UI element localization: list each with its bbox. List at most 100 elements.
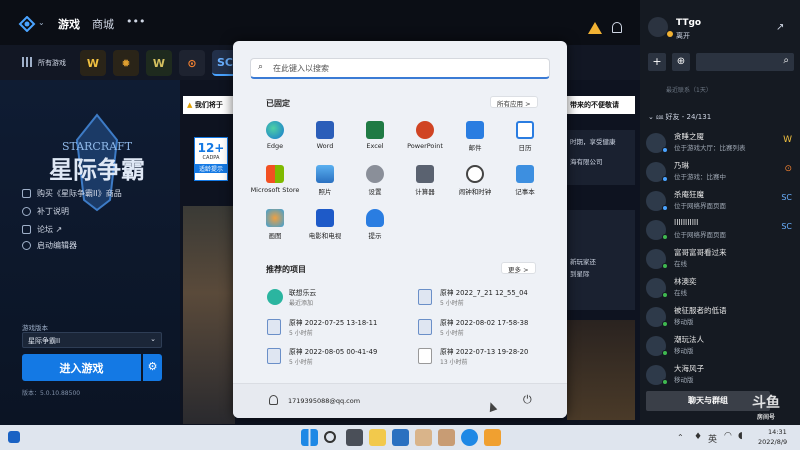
search-input[interactable]: ⌕ 在此键入以搜索 [250, 58, 550, 79]
store-icon[interactable] [392, 429, 409, 446]
user-account[interactable]: 1719395088@qq.com [288, 397, 360, 405]
patch-notes-link[interactable]: 补丁说明 [22, 206, 69, 217]
recommended-item[interactable]: 原神 2022-08-02 17-58-38 5 小时前 [418, 317, 558, 339]
app-mail[interactable]: 邮件 [450, 121, 500, 161]
user-icon[interactable] [269, 395, 278, 405]
app-calendar[interactable]: 日历 [500, 121, 550, 161]
game-overwatch-icon[interactable]: ⊙ [179, 50, 205, 76]
avatar[interactable] [648, 17, 668, 37]
app-icon[interactable] [438, 429, 455, 446]
bell-icon[interactable] [612, 22, 622, 33]
status-dot [662, 350, 668, 356]
app-photos[interactable]: 照片 [300, 165, 350, 205]
cart-icon [22, 189, 31, 198]
away-status-icon [667, 31, 673, 37]
battlenet-icon[interactable] [461, 429, 478, 446]
friend-item[interactable]: 杀庵狂魔 位于网络界面页面 SC [646, 189, 796, 213]
game-warcraft-icon: W [783, 135, 792, 145]
start-windows-icon[interactable] [301, 429, 318, 446]
news-image-left[interactable] [183, 206, 235, 424]
more-button[interactable]: 更多 > [501, 262, 536, 274]
notice-banner-left[interactable]: ▲ 我们将于 [183, 96, 235, 114]
ime-indicator[interactable]: 英 [708, 432, 717, 445]
grid-icon[interactable] [22, 57, 32, 67]
friend-item[interactable]: 潮玩法人 移动版 [646, 334, 796, 358]
friend-item[interactable]: 林澳奕 在线 [646, 276, 796, 300]
play-button[interactable]: 进入游戏 [22, 354, 141, 381]
warning-icon: ▲ [187, 101, 195, 109]
tray-chevron-icon[interactable]: ⌃ [677, 433, 684, 442]
recent-hint: 最近联系（1天） [666, 87, 712, 94]
game-hearthstone-icon[interactable]: ✹ [113, 50, 139, 76]
chat-icon [22, 225, 31, 234]
editor-link[interactable]: 启动编辑器 [22, 240, 77, 251]
recommended-item[interactable]: 原神 2022-07-25 13-18-11 5 小时前 [267, 317, 407, 339]
all-apps-button[interactable]: 所有应用 > [490, 96, 538, 108]
game-warcraft-icon[interactable]: W [80, 50, 106, 76]
recommended-item[interactable]: 原神 2022-08-05 00-41-49 5 小时前 [267, 346, 407, 368]
gear-icon[interactable]: ⚙ [143, 354, 162, 381]
more-menu-button[interactable]: ••• [126, 15, 145, 28]
add-group-icon[interactable]: ⊕ [672, 53, 690, 71]
app-icon[interactable] [484, 429, 501, 446]
buy-products-link[interactable]: 购买《星际争霸II》商品 [22, 188, 122, 199]
game-starcraft-icon: SC [781, 193, 792, 202]
app-alarms[interactable]: 闹钟和时钟 [450, 165, 500, 205]
news-card-right-1[interactable]: 时期，享受健康 海有限公司 [567, 130, 635, 185]
wifi-icon[interactable]: ◠ [724, 431, 732, 441]
app-icon[interactable] [415, 429, 432, 446]
app-calculator[interactable]: 计算器 [400, 165, 450, 205]
clock-date[interactable]: 2022/8/9 [758, 438, 787, 446]
friends-header[interactable]: ⌄ ⅏ 好友 - 24/131 [648, 112, 711, 122]
photos-icon [316, 165, 334, 183]
friend-item[interactable]: 贪睡之魇 位于游戏大厅：比赛列表 W [646, 131, 796, 155]
clock-time[interactable]: 14:31 [768, 428, 787, 436]
news-image-right[interactable] [567, 320, 635, 420]
app-settings[interactable]: 设置 [350, 165, 400, 205]
friend-item[interactable]: 被征服者的低语 移动版 [646, 305, 796, 329]
app-powerpoint[interactable]: PowerPoint [400, 121, 450, 161]
recommended-item[interactable]: 原神 2022-07-13 19-28-20 13 小时前 [418, 346, 558, 368]
username[interactable]: TTgo [676, 18, 701, 28]
app-notepad[interactable]: 记事本 [500, 165, 550, 205]
tab-games[interactable]: 游戏 [58, 16, 80, 32]
editor-icon [22, 241, 31, 250]
friend-item[interactable]: 大海风子 移动版 [646, 363, 796, 387]
app-paint[interactable]: 画图 [250, 209, 300, 249]
add-friend-icon[interactable]: + [648, 53, 666, 71]
volume-icon[interactable]: ◖ [738, 431, 743, 441]
battlenet-logo-icon[interactable] [18, 16, 36, 32]
app-edge[interactable]: Edge [250, 121, 300, 161]
friend-search-input[interactable]: ⌕ [696, 53, 794, 71]
friend-item[interactable]: 乃琳 位于游戏：比赛中 ⊙ [646, 160, 796, 184]
chevron-down-icon: ⌄ [150, 335, 156, 343]
calendar-icon [516, 121, 534, 139]
news-card-right-2[interactable]: 新玩家还 到星际 [567, 210, 635, 310]
external-link-icon[interactable]: ↗ [776, 22, 784, 33]
app-word[interactable]: Word [300, 121, 350, 161]
task-view-icon[interactable] [346, 429, 363, 446]
tab-shop[interactable]: 商城 [92, 16, 114, 32]
explorer-icon[interactable] [369, 429, 386, 446]
chevron-down-icon[interactable]: ⌄ [38, 18, 45, 27]
warning-icon[interactable] [588, 22, 602, 34]
friend-item[interactable]: 富哥富哥看过来 在线 [646, 247, 796, 271]
search-icon[interactable] [324, 431, 336, 443]
recommended-item[interactable]: 原神 2022_7_21 12_55_04 5 小时前 [418, 287, 558, 309]
clock-icon [466, 165, 484, 183]
app-movies[interactable]: 电影和电视 [300, 209, 350, 249]
power-icon[interactable]: ⏻ [523, 393, 532, 407]
app-store[interactable]: Microsoft Store [250, 165, 300, 205]
forums-link[interactable]: 论坛 ↗ [22, 224, 62, 235]
status-select[interactable]: 离开 [676, 31, 690, 41]
recommended-item[interactable]: 联想乐云 最近添加 [267, 287, 397, 309]
version-select[interactable]: 星际争霸II ⌄ [22, 332, 162, 348]
all-games-button[interactable]: 所有游戏 [38, 58, 66, 68]
friend-item[interactable]: IIIIIIIIIII 位于网络界面页面 SC [646, 218, 796, 242]
app-tips[interactable]: 提示 [350, 209, 400, 249]
widgets-icon[interactable] [8, 431, 20, 443]
game-wow-classic-icon[interactable]: W [146, 50, 172, 76]
app-excel[interactable]: Excel [350, 121, 400, 161]
age-rating-badge: 12+ CADPA 适龄提示 [194, 137, 228, 181]
mic-icon[interactable]: ♦ [694, 432, 702, 442]
